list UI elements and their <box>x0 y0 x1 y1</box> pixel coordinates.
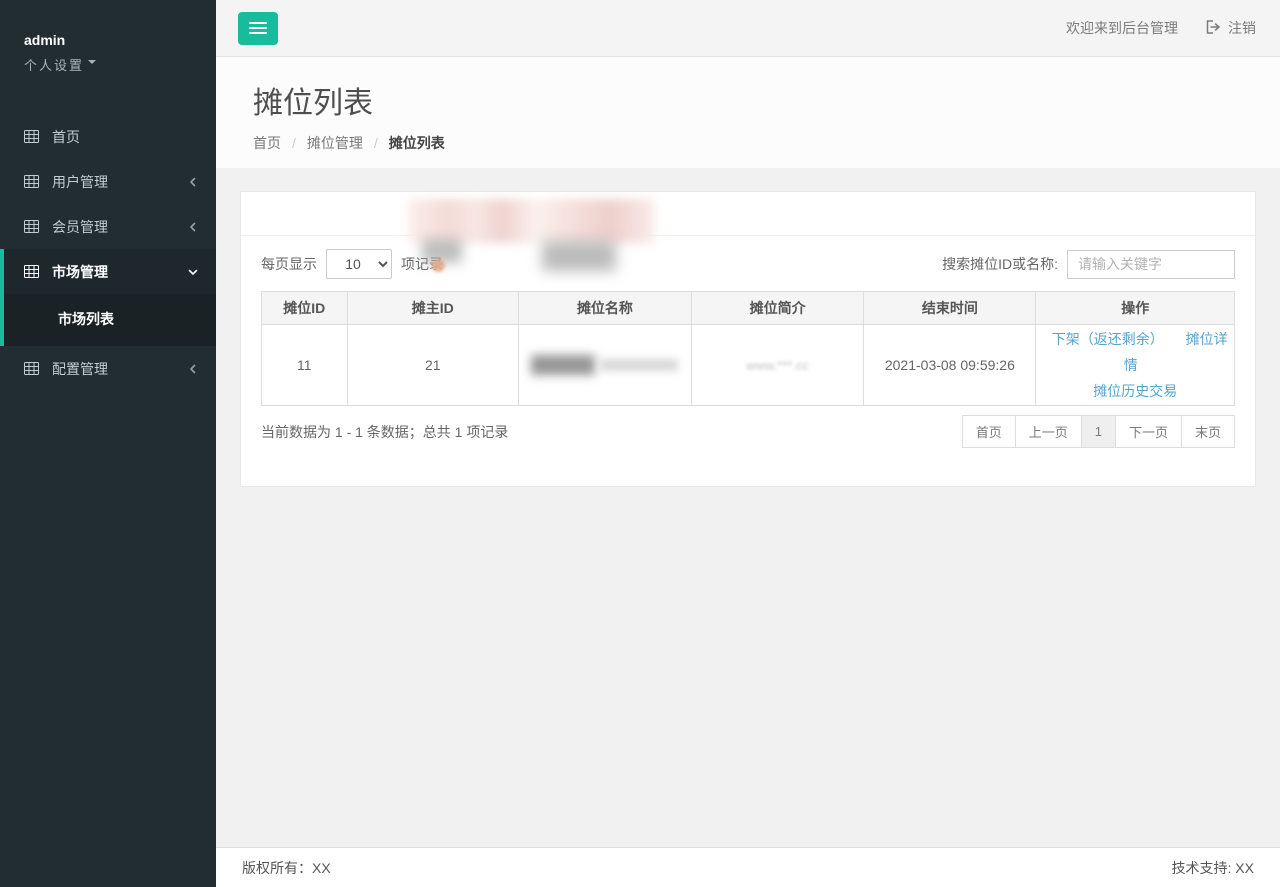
col-owner-id: 摊主ID <box>347 292 518 325</box>
grid-icon <box>24 220 41 233</box>
action-stall-history-link[interactable]: 摊位历史交易 <box>1093 383 1177 399</box>
per-page-select[interactable]: 10 <box>326 249 392 279</box>
grid-icon <box>24 362 41 375</box>
sidebar-item-market[interactable]: 市场管理 <box>4 249 216 294</box>
logout-label: 注销 <box>1228 18 1256 38</box>
topbar-right: 欢迎来到后台管理 注销 <box>1066 18 1256 38</box>
redacted-blur-block <box>542 241 616 271</box>
sidebar-item-label: 会员管理 <box>52 217 108 237</box>
col-end-time: 结束时间 <box>864 292 1036 325</box>
sidebar-item-label: 市场管理 <box>52 262 108 282</box>
breadcrumb-current: 摊位列表 <box>389 133 445 153</box>
tech-support-text: 技术支持: XX <box>1172 858 1254 878</box>
table-row: 11 21 www.***.cc 2021-03-08 09:59:26 <box>262 325 1235 406</box>
sidebar-item-members[interactable]: 会员管理 <box>0 204 216 249</box>
col-stall-intro: 摊位简介 <box>692 292 864 325</box>
stall-list-card: 每页显示 10 项记录 搜索摊位ID或名称: <box>240 191 1256 487</box>
per-page-prefix: 每页显示 <box>261 254 317 274</box>
redacted-text: www.***.cc <box>746 358 809 373</box>
logout-icon <box>1206 20 1221 37</box>
sidebar-item-market-list[interactable]: 市场列表 <box>4 300 216 338</box>
chevron-left-icon <box>188 177 198 187</box>
search-label: 搜索摊位ID或名称: <box>942 254 1058 274</box>
sidebar: admin 个人设置 首页 用户管理 <box>0 0 216 887</box>
user-panel: admin 个人设置 <box>0 0 216 74</box>
breadcrumb-home[interactable]: 首页 <box>253 133 281 153</box>
copyright-text: 版权所有：XX <box>242 858 331 878</box>
sidebar-item-users[interactable]: 用户管理 <box>0 159 216 204</box>
breadcrumb: 首页 / 摊位管理 / 摊位列表 <box>253 133 1280 153</box>
user-settings-dropdown[interactable]: 个人设置 <box>24 55 216 74</box>
chevron-down-icon <box>188 267 198 277</box>
pagination-page-1-button[interactable]: 1 <box>1081 415 1116 448</box>
redacted-blur-block <box>531 355 595 375</box>
caret-down-icon <box>88 60 96 68</box>
cell-stall-id: 11 <box>262 325 348 406</box>
logout-link[interactable]: 注销 <box>1206 18 1256 38</box>
redacted-blur-block <box>408 199 654 243</box>
pagination-prev-button[interactable]: 上一页 <box>1015 415 1082 448</box>
user-settings-label: 个人设置 <box>24 58 84 73</box>
grid-icon <box>24 175 41 188</box>
content-area: 每页显示 10 项记录 搜索摊位ID或名称: <box>216 168 1280 847</box>
app-window: admin 个人设置 首页 用户管理 <box>0 0 1280 887</box>
search-control: 搜索摊位ID或名称: <box>942 250 1235 279</box>
breadcrumb-separator: / <box>374 135 378 151</box>
per-page-control: 每页显示 10 项记录 <box>261 249 443 279</box>
sidebar-item-home[interactable]: 首页 <box>0 114 216 159</box>
pagination: 首页 上一页 1 下一页 末页 <box>962 415 1235 448</box>
footer: 版权所有：XX 技术支持: XX <box>216 847 1280 887</box>
stall-table: 摊位ID 摊主ID 摊位名称 摊位简介 结束时间 操作 11 2 <box>261 291 1235 406</box>
redacted-blur-block <box>600 359 678 371</box>
grid-icon <box>24 130 41 143</box>
sidebar-menu: 首页 用户管理 会员管理 <box>0 114 216 391</box>
action-take-down-link[interactable]: 下架（返还剩余） <box>1052 331 1164 347</box>
cell-stall-name-redacted <box>518 325 691 406</box>
cell-actions: 下架（返还剩余） 摊位详情 摊位历史交易 <box>1036 325 1235 406</box>
sidebar-item-label: 配置管理 <box>52 359 108 379</box>
pagination-next-button[interactable]: 下一页 <box>1115 415 1182 448</box>
topbar: 欢迎来到后台管理 注销 <box>216 0 1280 57</box>
cell-end-time: 2021-03-08 09:59:26 <box>864 325 1036 406</box>
page-header: 摊位列表 首页 / 摊位管理 / 摊位列表 <box>216 57 1280 168</box>
hamburger-icon <box>249 22 267 24</box>
sidebar-item-label: 首页 <box>52 127 80 147</box>
table-header-row: 摊位ID 摊主ID 摊位名称 摊位简介 结束时间 操作 <box>262 292 1235 325</box>
cell-owner-id: 21 <box>347 325 518 406</box>
sidebar-toggle-button[interactable] <box>238 12 278 45</box>
sidebar-group-market: 市场管理 市场列表 <box>0 249 216 346</box>
grid-icon <box>24 265 41 278</box>
col-stall-id: 摊位ID <box>262 292 348 325</box>
page-title: 摊位列表 <box>253 78 1280 122</box>
chevron-left-icon <box>188 222 198 232</box>
col-stall-name: 摊位名称 <box>518 292 691 325</box>
main-area: 欢迎来到后台管理 注销 摊位列表 首页 / 摊位管理 / 摊位列表 <box>216 0 1280 887</box>
breadcrumb-stall-manage[interactable]: 摊位管理 <box>307 133 363 153</box>
table-footer: 当前数据为 1 - 1 条数据；总共 1 项记录 首页 上一页 1 下一页 末页 <box>261 415 1235 448</box>
card-body: 每页显示 10 项记录 搜索摊位ID或名称: <box>241 236 1255 486</box>
cell-stall-intro-redacted: www.***.cc <box>692 325 864 406</box>
pagination-last-button[interactable]: 末页 <box>1181 415 1235 448</box>
username: admin <box>24 32 216 48</box>
chevron-left-icon <box>188 364 198 374</box>
sidebar-item-config[interactable]: 配置管理 <box>0 346 216 391</box>
redacted-blur-dot <box>432 259 445 272</box>
pagination-first-button[interactable]: 首页 <box>962 415 1016 448</box>
welcome-text: 欢迎来到后台管理 <box>1066 18 1178 38</box>
card-header-strip <box>241 192 1255 236</box>
sidebar-item-label: 用户管理 <box>52 172 108 192</box>
breadcrumb-separator: / <box>292 135 296 151</box>
col-actions: 操作 <box>1036 292 1235 325</box>
sidebar-submenu-market: 市场列表 <box>4 294 216 346</box>
records-summary: 当前数据为 1 - 1 条数据；总共 1 项记录 <box>261 422 508 442</box>
search-input[interactable] <box>1067 250 1235 279</box>
table-controls: 每页显示 10 项记录 搜索摊位ID或名称: <box>261 249 1235 279</box>
